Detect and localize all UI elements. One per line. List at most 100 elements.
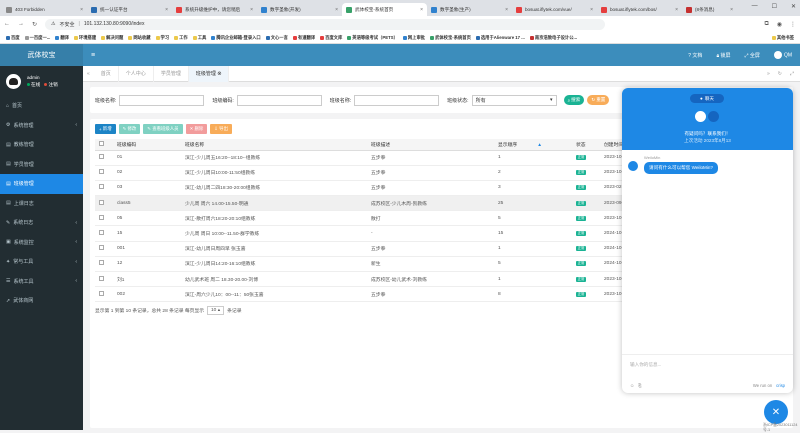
forward-icon[interactable]: → xyxy=(18,21,24,27)
emoji-icon[interactable]: ☺ xyxy=(630,383,634,388)
tabs-next-icon[interactable]: » xyxy=(767,71,770,77)
profile-icon[interactable]: ◉ xyxy=(777,21,782,28)
delete-button[interactable]: ✕ 删除 xyxy=(185,124,208,134)
row-checkbox-cell[interactable] xyxy=(95,241,113,257)
bookmark-item[interactable]: 文心一言 xyxy=(265,35,288,41)
close-icon[interactable]: × xyxy=(590,7,593,13)
close-icon[interactable]: × xyxy=(165,7,168,13)
page-size-select[interactable]: 10 ▴ xyxy=(207,306,225,316)
checkbox[interactable] xyxy=(99,260,104,266)
status-badge[interactable]: 正常 xyxy=(576,200,586,206)
browser-tab[interactable]: (8条消息) × xyxy=(682,3,737,16)
class-code-input[interactable] xyxy=(236,94,322,106)
checkbox[interactable] xyxy=(99,245,104,251)
col-header[interactable]: 班级名称 xyxy=(181,139,367,151)
checkbox[interactable] xyxy=(99,140,104,146)
bookmark-item[interactable]: 武体校宝-系统首页 xyxy=(430,35,471,41)
lock-link[interactable]: 🔒︎ 锁屏 xyxy=(716,52,730,59)
bookmark-item[interactable]: 网站收藏 xyxy=(128,35,151,41)
logout-link[interactable]: 注销 xyxy=(48,82,57,87)
close-icon[interactable]: × xyxy=(420,7,423,13)
bookmark-item[interactable]: 腾讯企业邮箱-登录入口 xyxy=(211,35,261,41)
maximize-icon[interactable]: ☐ xyxy=(772,3,777,10)
fullscreen-link[interactable]: ⤢ 全屏 xyxy=(745,52,760,59)
status-badge[interactable]: 正常 xyxy=(576,261,586,267)
add-button[interactable]: + 新增 xyxy=(95,124,116,134)
url-field[interactable]: ⚠ 不安全 | 101.132.130.80:9090/index xyxy=(45,18,606,30)
close-icon[interactable]: × xyxy=(335,7,338,13)
status-badge[interactable]: 正常 xyxy=(576,170,586,176)
row-checkbox-cell[interactable] xyxy=(95,165,113,181)
close-icon[interactable]: × xyxy=(250,7,253,13)
checkbox[interactable] xyxy=(99,214,104,220)
attach-icon[interactable]: ⎘ xyxy=(638,383,641,388)
bookmark-item[interactable]: 解决问题 xyxy=(101,35,123,41)
docs-link[interactable]: ? 文档 xyxy=(688,52,702,59)
checkbox[interactable] xyxy=(99,154,104,160)
sidebar-item-lesson-log[interactable]: ▤ 上课日志 xyxy=(0,194,83,214)
minimize-icon[interactable]: — xyxy=(752,3,758,10)
chat-close-icon[interactable]: ✕ xyxy=(764,400,788,424)
sidebar-item-syslog[interactable]: ✎ 系统日志 ‹ xyxy=(0,213,83,233)
menu-toggle-icon[interactable]: ≡ xyxy=(91,52,95,59)
row-checkbox-cell[interactable] xyxy=(95,180,113,197)
checkbox[interactable] xyxy=(99,230,104,236)
bookmark-item[interactable]: 翻译 xyxy=(55,35,69,41)
checkbox[interactable] xyxy=(99,169,104,175)
icp-footer[interactable]: 浙ICP备2023011124号-1 xyxy=(763,423,800,433)
close-window-icon[interactable]: ✕ xyxy=(791,3,796,10)
close-icon[interactable]: × xyxy=(80,7,83,13)
class-name-input-2[interactable] xyxy=(354,94,440,106)
fullscreen-icon[interactable]: ⤢ xyxy=(790,71,794,77)
browser-tab[interactable]: bosuat.ifly​tek.com/bos/ × xyxy=(597,3,682,16)
tab-home[interactable]: 首页 xyxy=(94,65,119,82)
reset-button[interactable]: ↻ 重置 xyxy=(587,95,610,105)
crisp-logo[interactable]: crisp xyxy=(776,383,785,388)
status-badge[interactable]: 正常 xyxy=(576,215,586,221)
sidebar-item-site[interactable]: ➚ 武体商网 xyxy=(0,291,83,311)
close-icon[interactable]: ⊗ xyxy=(217,71,221,77)
app-logo[interactable]: 武体校宝 xyxy=(0,44,83,66)
browser-tab[interactable]: 系统升级维护中，请您稍后 × xyxy=(172,3,257,16)
bookmark-item[interactable]: 工具 xyxy=(192,35,206,41)
tab-classes[interactable]: 班级管理 ⊗ xyxy=(188,65,230,82)
row-checkbox-cell[interactable] xyxy=(95,195,113,212)
tab-profile[interactable]: 个人中心 xyxy=(119,65,154,82)
browser-tab[interactable]: 数字圣象(生产) × xyxy=(427,3,512,16)
browser-tab[interactable]: 403 Forbidden × xyxy=(2,3,87,16)
sidebar-item-tools2[interactable]: ☰ 系统工具 ‹ xyxy=(0,272,83,292)
col-header-sortable[interactable]: 显示顺序 ▲ xyxy=(494,139,572,151)
bookmark-item[interactable]: 学习 xyxy=(155,35,169,41)
checkbox[interactable] xyxy=(99,184,104,190)
bookmark-item[interactable]: 工作 xyxy=(174,35,188,41)
sidebar-item-class[interactable]: ▤ 班级管理 xyxy=(0,174,83,194)
status-select[interactable]: 所有 ▾ xyxy=(471,94,557,106)
bookmark-item[interactable]: 选用于Alienware 17 ... xyxy=(475,35,525,41)
col-header[interactable]: 班级编码 xyxy=(113,139,181,151)
select-all-cell[interactable] xyxy=(95,139,113,151)
browser-tab[interactable]: 数字圣象(开发) × xyxy=(257,3,342,16)
back-icon[interactable]: ← xyxy=(4,21,10,27)
bookmark-item[interactable]: 有道翻译 xyxy=(292,35,315,41)
refresh-icon[interactable]: ↻ xyxy=(778,71,782,77)
reload-icon[interactable]: ↻ xyxy=(32,21,37,28)
status-badge[interactable]: 正常 xyxy=(576,291,586,297)
bookmark-item[interactable]: 百度文库 xyxy=(320,35,342,41)
row-checkbox-cell[interactable] xyxy=(95,286,113,303)
sidebar-item-home[interactable]: ⌂ 首页 xyxy=(0,96,83,116)
sidebar-item-coach[interactable]: ▤ 教练管理 xyxy=(0,135,83,155)
checkbox[interactable] xyxy=(99,199,104,205)
checkbox[interactable] xyxy=(99,290,104,296)
browser-tab[interactable]: bosuat.ifly​tek.com/vue/ × xyxy=(512,3,597,16)
bookmark-item[interactable]: 南京浩致电子设计公... xyxy=(529,35,577,41)
class-name-input[interactable] xyxy=(119,94,205,106)
col-header[interactable]: 班级描述 xyxy=(367,139,494,151)
bookmark-item[interactable]: 环境搭建 xyxy=(73,35,96,41)
export-button[interactable]: ⇩ 导出 xyxy=(210,124,232,134)
bookmark-item[interactable]: 网上审批 xyxy=(402,35,425,41)
row-checkbox-cell[interactable] xyxy=(95,150,113,166)
checkbox[interactable] xyxy=(99,275,104,281)
close-icon[interactable]: × xyxy=(730,7,733,13)
row-checkbox-cell[interactable] xyxy=(95,225,113,242)
browser-tab-active[interactable]: 武体校宝-系统首页 × xyxy=(342,3,427,16)
